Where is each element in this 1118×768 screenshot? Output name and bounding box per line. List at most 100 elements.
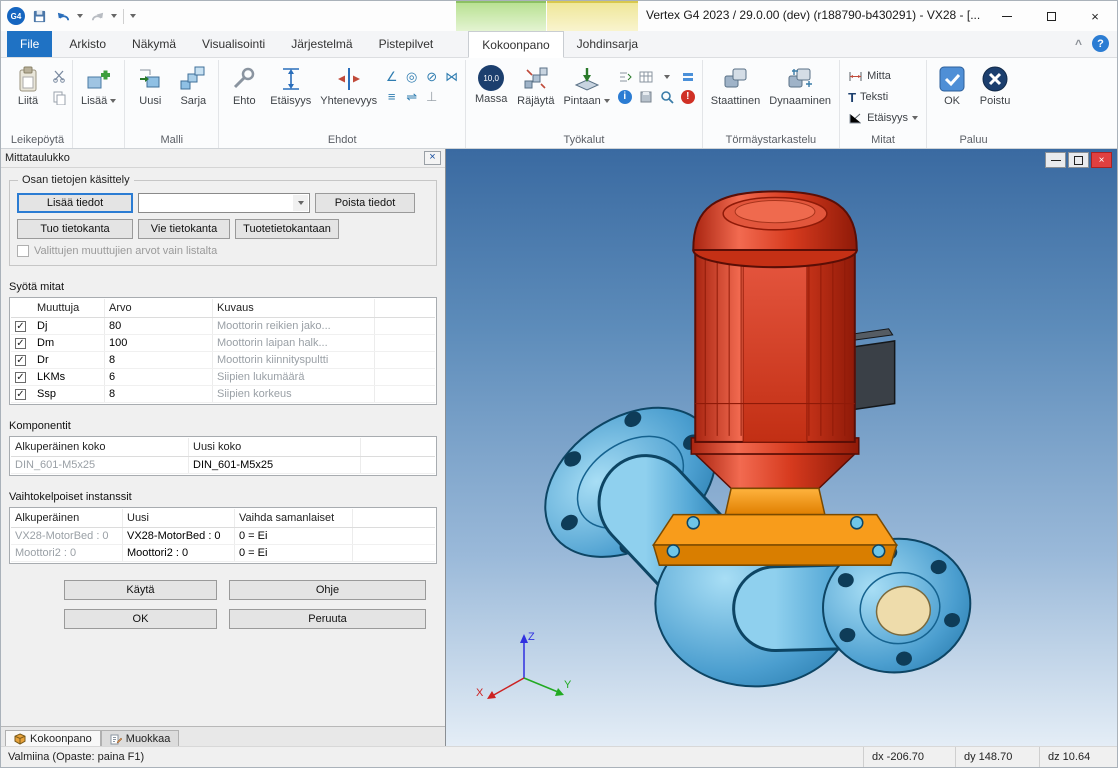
apply-button[interactable]: Käytä xyxy=(64,580,217,600)
chevron-down-icon[interactable] xyxy=(293,195,308,211)
window-close-button[interactable]: × xyxy=(1073,1,1117,31)
redo-dropdown-icon[interactable] xyxy=(111,14,117,18)
text-button[interactable]: T Teksti xyxy=(844,87,922,107)
cell-new[interactable]: DIN_601-M5x25 xyxy=(189,457,361,473)
cell-arvo[interactable]: 8 xyxy=(105,386,213,402)
info-icon[interactable]: i xyxy=(615,87,635,106)
warning-icon[interactable]: ! xyxy=(678,87,698,106)
export-database-button[interactable]: Vie tietokanta xyxy=(138,219,230,239)
static-collision-button[interactable]: Staattinen xyxy=(707,60,765,107)
new-part-button[interactable]: Uusi xyxy=(129,60,171,107)
condition-button[interactable]: Ehto xyxy=(223,60,265,107)
component-row[interactable]: DIN_601-M5x25 DIN_601-M5x25 xyxy=(11,457,435,474)
motor-adapter-cone[interactable] xyxy=(695,454,855,488)
coincidence-button[interactable]: Yhtenevyys xyxy=(316,60,381,107)
collapse-ribbon-icon[interactable]: ^ xyxy=(1075,37,1082,51)
save-view-icon[interactable] xyxy=(636,87,656,106)
tab-pistepilvet[interactable]: Pistepilvet xyxy=(366,31,447,57)
perpendicular-constraint-icon[interactable]: ⊥ xyxy=(422,87,441,106)
motor-bed-plate[interactable] xyxy=(653,515,896,566)
cell-new[interactable]: VX28-MotorBed : 0 xyxy=(123,528,235,544)
import-database-button[interactable]: Tuo tietokanta xyxy=(17,219,133,239)
row-checkbox[interactable]: ✓ xyxy=(15,355,26,366)
help-button[interactable]: Ohje xyxy=(229,580,426,600)
parts-list-dropdown-icon[interactable] xyxy=(657,67,677,86)
tangent-constraint-icon[interactable]: ⊘ xyxy=(422,67,441,86)
cell-arvo[interactable]: 6 xyxy=(105,369,213,385)
symmetric-constraint-icon[interactable]: ⇌ xyxy=(402,87,421,106)
cut-button[interactable] xyxy=(50,67,68,85)
redo-button[interactable] xyxy=(87,6,107,26)
cell-swap[interactable]: 0 = Ei xyxy=(235,528,353,544)
motor-end-cap[interactable] xyxy=(693,191,857,267)
instance-row[interactable]: Moottori2 : 0 Moottori2 : 0 0 = Ei xyxy=(11,545,435,562)
help-icon[interactable]: ? xyxy=(1092,35,1109,52)
row-checkbox[interactable]: ✓ xyxy=(15,372,26,383)
remove-data-button[interactable]: Poista tiedot xyxy=(315,193,415,213)
tab-johdinsarja[interactable]: Johdinsarja xyxy=(564,31,651,57)
tab-kokoonpano[interactable]: Kokoonpano xyxy=(468,31,563,58)
window-minimize-button[interactable] xyxy=(985,1,1029,31)
tab-arkisto[interactable]: Arkisto xyxy=(56,31,119,57)
distance-constraint-button[interactable]: Etäisyys xyxy=(266,60,315,107)
measure-button[interactable]: Mitta xyxy=(844,66,922,86)
balloon-rows-icon[interactable] xyxy=(678,67,698,86)
angle-constraint-icon[interactable]: ∠ xyxy=(382,67,401,86)
motor-bed-pedestal[interactable] xyxy=(725,488,825,514)
series-button[interactable]: Sarja xyxy=(172,60,214,107)
tab-nakyma[interactable]: Näkymä xyxy=(119,31,189,57)
column-header[interactable]: Alkuperäinen xyxy=(11,509,123,527)
measure-row[interactable]: ✓ Ssp 8 Siipien korkeus xyxy=(11,386,435,403)
window-maximize-button[interactable] xyxy=(1029,1,1073,31)
dialog-title-bar[interactable]: Mittataulukko × xyxy=(1,149,445,168)
app-logo-icon[interactable]: G4 xyxy=(7,7,25,25)
row-checkbox[interactable]: ✓ xyxy=(15,321,26,332)
motor-body[interactable] xyxy=(695,250,855,442)
column-header[interactable]: Muuttuja xyxy=(33,299,105,317)
add-data-button[interactable]: Lisää tiedot xyxy=(17,193,133,213)
parts-list-icon[interactable] xyxy=(636,67,656,86)
customize-quick-access-icon[interactable] xyxy=(130,14,136,18)
row-checkbox[interactable]: ✓ xyxy=(15,338,26,349)
parallel-constraint-icon[interactable]: ≡ xyxy=(382,87,401,106)
ok-button[interactable]: OK xyxy=(931,60,973,107)
concentric-constraint-icon[interactable]: ◎ xyxy=(402,67,421,86)
dialog-tab-muokkaa[interactable]: Muokkaa xyxy=(101,730,180,746)
list-only-checkbox[interactable] xyxy=(17,245,29,257)
mass-button[interactable]: 10,0 Massa xyxy=(470,60,512,105)
tab-visualisointi[interactable]: Visualisointi xyxy=(189,31,278,57)
add-component-button[interactable]: Lisää xyxy=(77,60,120,107)
3d-viewport[interactable]: × xyxy=(446,149,1117,746)
viewport-minimize-button[interactable] xyxy=(1045,152,1066,168)
instance-row[interactable]: VX28-MotorBed : 0 VX28-MotorBed : 0 0 = … xyxy=(11,528,435,545)
cancel-button[interactable]: Peruuta xyxy=(229,609,426,629)
to-surface-button[interactable]: Pintaan xyxy=(559,60,613,107)
save-button[interactable] xyxy=(29,6,49,26)
cell-arvo[interactable]: 80 xyxy=(105,318,213,334)
cell-swap[interactable]: 0 = Ei xyxy=(235,545,353,561)
viewport-restore-button[interactable] xyxy=(1068,152,1089,168)
measure-row[interactable]: ✓ LKMs 6 Siipien lukumäärä xyxy=(11,369,435,386)
column-header[interactable]: Alkuperäinen koko xyxy=(11,438,189,456)
viewport-close-button[interactable]: × xyxy=(1091,152,1112,168)
cell-arvo[interactable]: 8 xyxy=(105,352,213,368)
column-header[interactable]: Vaihda samanlaiset xyxy=(235,509,353,527)
measure-row[interactable]: ✓ Dm 100 Moottorin laipan halk... xyxy=(11,335,435,352)
measure-row[interactable]: ✓ Dr 8 Moottorin kiinnityspultti xyxy=(11,352,435,369)
dynamic-collision-button[interactable]: Dynaaminen xyxy=(765,60,835,107)
undo-dropdown-icon[interactable] xyxy=(77,14,83,18)
renumber-icon[interactable] xyxy=(615,67,635,86)
undo-button[interactable] xyxy=(53,6,73,26)
row-checkbox[interactable]: ✓ xyxy=(15,389,26,400)
measure-row[interactable]: ✓ Dj 80 Moottorin reikien jako... xyxy=(11,318,435,335)
column-header[interactable]: Kuvaus xyxy=(213,299,375,317)
product-database-button[interactable]: Tuotetietokantaan xyxy=(235,219,339,239)
cell-new[interactable]: Moottori2 : 0 xyxy=(123,545,235,561)
dialog-tab-kokoonpano[interactable]: Kokoonpano xyxy=(5,730,101,746)
cell-arvo[interactable]: 100 xyxy=(105,335,213,351)
dialog-ok-button[interactable]: OK xyxy=(64,609,217,629)
column-header[interactable]: Uusi koko xyxy=(189,438,361,456)
paste-button[interactable]: Liitä xyxy=(7,60,49,107)
distance-measure-button[interactable]: Etäisyys xyxy=(844,108,922,128)
explode-button[interactable]: Räjäytä xyxy=(513,60,558,107)
